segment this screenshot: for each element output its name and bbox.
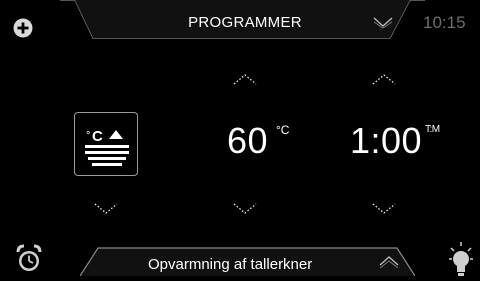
temperature-value: 60 bbox=[227, 120, 269, 161]
plus-icon[interactable] bbox=[13, 18, 33, 38]
program-down-button[interactable] bbox=[91, 201, 121, 215]
duration-up-button[interactable] bbox=[369, 72, 399, 86]
program-selector[interactable]: ° C bbox=[74, 112, 138, 176]
duration-unit: T:M bbox=[425, 124, 440, 135]
temperature-unit: °C bbox=[276, 123, 290, 137]
alarm-clock-icon[interactable] bbox=[15, 244, 43, 274]
duration-down-button[interactable] bbox=[369, 201, 399, 215]
temperature-down-button[interactable] bbox=[230, 201, 260, 215]
duration-value: 1:00 bbox=[350, 120, 423, 161]
svg-text:°: ° bbox=[86, 130, 90, 142]
chevron-down-icon[interactable] bbox=[372, 15, 394, 29]
chevron-up-icon[interactable] bbox=[378, 254, 400, 269]
temperature-up-button[interactable] bbox=[230, 72, 260, 86]
clock: 10:15 bbox=[423, 13, 466, 32]
light-bulb-icon[interactable] bbox=[449, 242, 473, 276]
page-title: PROGRAMMER bbox=[188, 14, 302, 31]
program-name-label: Opvarmning af tallerkner bbox=[148, 256, 313, 273]
dish-warming-program-icon: ° C bbox=[85, 128, 129, 166]
svg-text:C: C bbox=[92, 128, 103, 145]
